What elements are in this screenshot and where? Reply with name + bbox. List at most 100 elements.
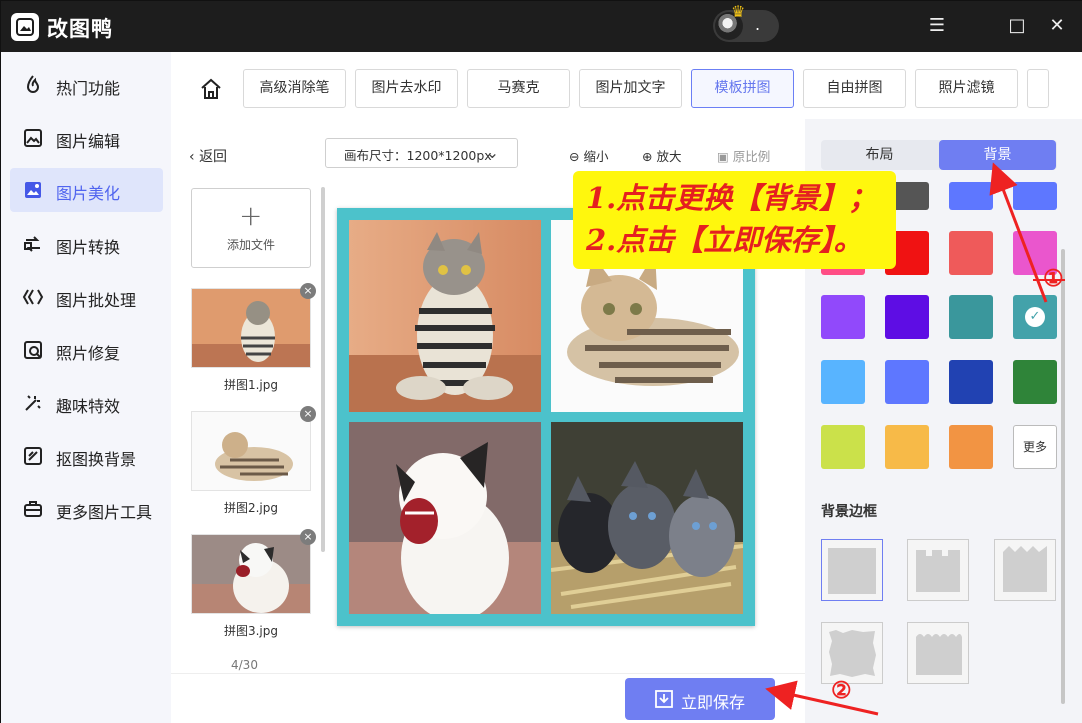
app-title: 改图鸭 [47, 17, 113, 41]
sidebar-item-beautify[interactable]: 图片美化 [10, 168, 163, 212]
sidebar-item-label: 更多图片工具 [56, 503, 153, 522]
sidebar-item-effects[interactable]: 趣味特效 [10, 381, 163, 425]
collage-cell-1[interactable] [349, 220, 541, 412]
file-list: + 添加文件 × 拼图1.jpg × 拼图2.jpg × 拼图3.jpg 4/3… [171, 182, 326, 672]
cat-thumbnail-image [192, 289, 310, 367]
sidebar-item-label: 热门功能 [56, 79, 121, 98]
tab-free-collage[interactable]: 自由拼图 [803, 69, 906, 108]
border-option-plain[interactable] [821, 539, 883, 601]
border-option-castle[interactable] [907, 539, 969, 601]
sidebar-item-hot[interactable]: 热门功能 [10, 63, 163, 107]
toolbox-icon [24, 501, 42, 517]
collage-canvas[interactable] [337, 208, 755, 626]
color-swatch-13[interactable] [821, 425, 865, 469]
tab-mosaic[interactable]: 马赛克 [467, 69, 570, 108]
canvas-size-select[interactable]: 画布尺寸：1200*1200px ⌄ [325, 138, 518, 168]
zoom-out-button[interactable]: ⊖ 缩小 [569, 146, 608, 165]
tab-remove-watermark[interactable]: 图片去水印 [355, 69, 458, 108]
zoom-in-button[interactable]: ⊕ 放大 [642, 146, 681, 165]
tab-photo-filter[interactable]: 照片滤镜 [915, 69, 1018, 108]
save-now-button[interactable]: 立即保存 [625, 678, 775, 720]
add-file-button[interactable]: + 添加文件 [191, 188, 311, 268]
maximize-icon[interactable]: □ [1007, 17, 1027, 37]
back-label: 返回 [199, 149, 228, 165]
tab-background[interactable]: 背景 [939, 140, 1056, 170]
color-swatch-7[interactable] [949, 295, 993, 339]
close-icon[interactable]: ✕ [1047, 17, 1067, 37]
sidebar-item-image-edit[interactable]: 图片编辑 [10, 116, 163, 160]
file-thumbnail-2[interactable] [191, 411, 311, 491]
border-castle-icon [916, 550, 960, 592]
color-swatch-6[interactable] [885, 295, 929, 339]
tab-advanced-eraser[interactable]: 高级消除笔 [243, 69, 346, 108]
instruction-line-2: 2.点击【立即保存】。 [586, 223, 863, 257]
bottom-action-bar: 立即保存 [171, 673, 805, 723]
cutout-icon [24, 447, 42, 465]
title-bar: 改图鸭 ♛ . ☰ □ ✕ [1, 1, 1082, 52]
color-swatch-14[interactable] [885, 425, 929, 469]
panel-tabs: 布局 背景 [821, 140, 1057, 170]
border-rough-icon [829, 630, 876, 677]
color-swatch-9[interactable] [821, 360, 865, 404]
file-name: 拼图3.jpg [223, 624, 279, 638]
sidebar: 热门功能 图片编辑 图片美化 图片转换 图片批处理 照片修复 趣味特效 抠图换背… [1, 52, 171, 723]
crown-icon: ♛ [731, 2, 746, 21]
logo-icon [16, 18, 34, 36]
border-wave-icon [916, 634, 962, 675]
color-swatch-top-4[interactable] [1013, 182, 1057, 210]
cat-photo-3 [349, 422, 541, 614]
border-option-rough[interactable] [821, 622, 883, 684]
collage-cell-3[interactable] [349, 422, 541, 614]
save-now-label: 立即保存 [681, 693, 746, 712]
sidebar-item-more-tools[interactable]: 更多图片工具 [10, 487, 163, 531]
canvas-size-value: 画布尺寸：1200*1200px [344, 148, 492, 163]
panel-scrollbar[interactable] [1061, 249, 1065, 704]
more-colors-button[interactable]: 更多 [1013, 425, 1057, 469]
image-beautify-icon [25, 182, 41, 198]
back-link[interactable]: ‹ 返回 [189, 146, 227, 166]
cat-thumbnail-image [192, 412, 310, 490]
sidebar-item-batch[interactable]: 图片批处理 [10, 275, 163, 319]
remove-file-button[interactable]: × [300, 529, 316, 545]
remove-file-button[interactable]: × [300, 406, 316, 422]
instruction-callout: 1.点击更换【背景】； 2.点击【立即保存】。 [573, 171, 896, 269]
magic-icon [25, 395, 41, 411]
file-thumbnail-3[interactable] [191, 534, 311, 614]
file-list-scrollbar[interactable] [321, 187, 325, 552]
step-marker-1: ① [1043, 265, 1064, 292]
file-thumbnail-1[interactable] [191, 288, 311, 368]
sidebar-item-cutout[interactable]: 抠图换背景 [10, 434, 163, 478]
color-swatch-5[interactable] [821, 295, 865, 339]
image-edit-icon [24, 129, 42, 147]
color-swatch-12[interactable] [1013, 360, 1057, 404]
tab-template-collage[interactable]: 模板拼图 [691, 69, 794, 108]
home-icon[interactable] [199, 77, 223, 101]
collage-cell-4[interactable] [551, 422, 743, 614]
border-option-wave[interactable] [907, 622, 969, 684]
sidebar-item-label: 图片转换 [56, 238, 121, 257]
remove-file-button[interactable]: × [300, 283, 316, 299]
color-swatch-top-3[interactable] [949, 182, 993, 210]
original-ratio-button[interactable]: ▣ 原比例 [717, 146, 770, 165]
tab-layout[interactable]: 布局 [821, 140, 938, 170]
color-swatch-selected[interactable]: ✓ [1013, 295, 1057, 339]
chevron-left-icon: ‹ [189, 149, 195, 165]
cat-photo-1 [349, 220, 541, 412]
page-total: /30 [238, 658, 258, 672]
sidebar-item-label: 照片修复 [56, 344, 121, 363]
tab-add-text[interactable]: 图片加文字 [579, 69, 682, 108]
color-swatch-10[interactable] [885, 360, 929, 404]
color-swatch-3[interactable] [949, 231, 993, 275]
color-swatch-11[interactable] [949, 360, 993, 404]
sidebar-item-convert[interactable]: 图片转换 [10, 222, 163, 266]
file-name: 拼图1.jpg [223, 378, 279, 392]
border-option-zigzag[interactable] [994, 539, 1056, 601]
tab-overflow[interactable] [1027, 69, 1049, 108]
sidebar-item-label: 抠图换背景 [56, 450, 137, 469]
sidebar-item-label: 图片批处理 [56, 291, 137, 310]
menu-icon[interactable]: ☰ [927, 17, 947, 37]
user-account[interactable]: ♛ . [713, 2, 779, 42]
sidebar-item-photo-repair[interactable]: 照片修复 [10, 328, 163, 372]
add-file-label: 添加文件 [226, 238, 275, 252]
color-swatch-15[interactable] [949, 425, 993, 469]
